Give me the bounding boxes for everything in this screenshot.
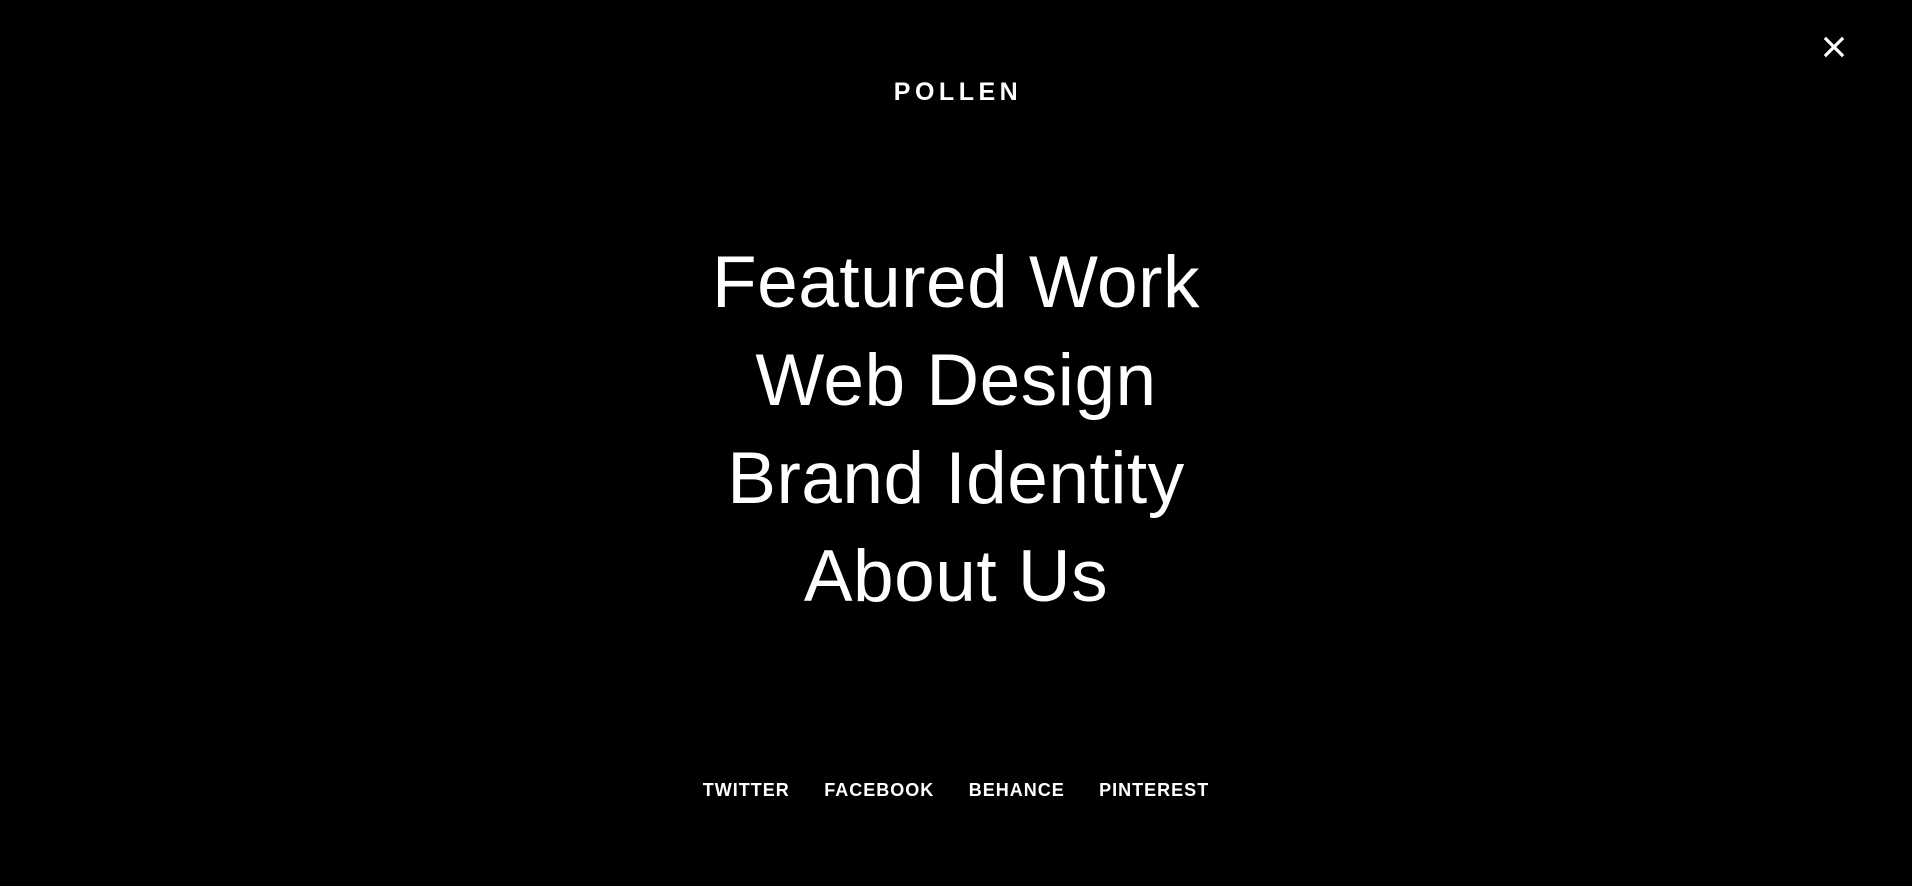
social-link-twitter[interactable]: TWITTER xyxy=(703,776,790,804)
menu-item-about-us[interactable]: About Us xyxy=(0,528,1912,626)
menu-item-featured-work[interactable]: Featured Work xyxy=(0,234,1912,332)
close-icon xyxy=(1823,36,1845,58)
close-button[interactable] xyxy=(1822,35,1846,59)
menu-list: Featured Work Web Design Brand Identity … xyxy=(0,234,1912,626)
site-logo[interactable]: POLLEN xyxy=(0,74,1912,110)
menu-item-web-design[interactable]: Web Design xyxy=(0,332,1912,430)
social-link-pinterest[interactable]: PINTEREST xyxy=(1099,776,1209,804)
menu-item-brand-identity[interactable]: Brand Identity xyxy=(0,430,1912,528)
social-link-behance[interactable]: BEHANCE xyxy=(969,776,1065,804)
social-link-facebook[interactable]: FACEBOOK xyxy=(824,776,934,804)
social-links: TWITTER FACEBOOK BEHANCE PINTEREST xyxy=(0,776,1912,806)
